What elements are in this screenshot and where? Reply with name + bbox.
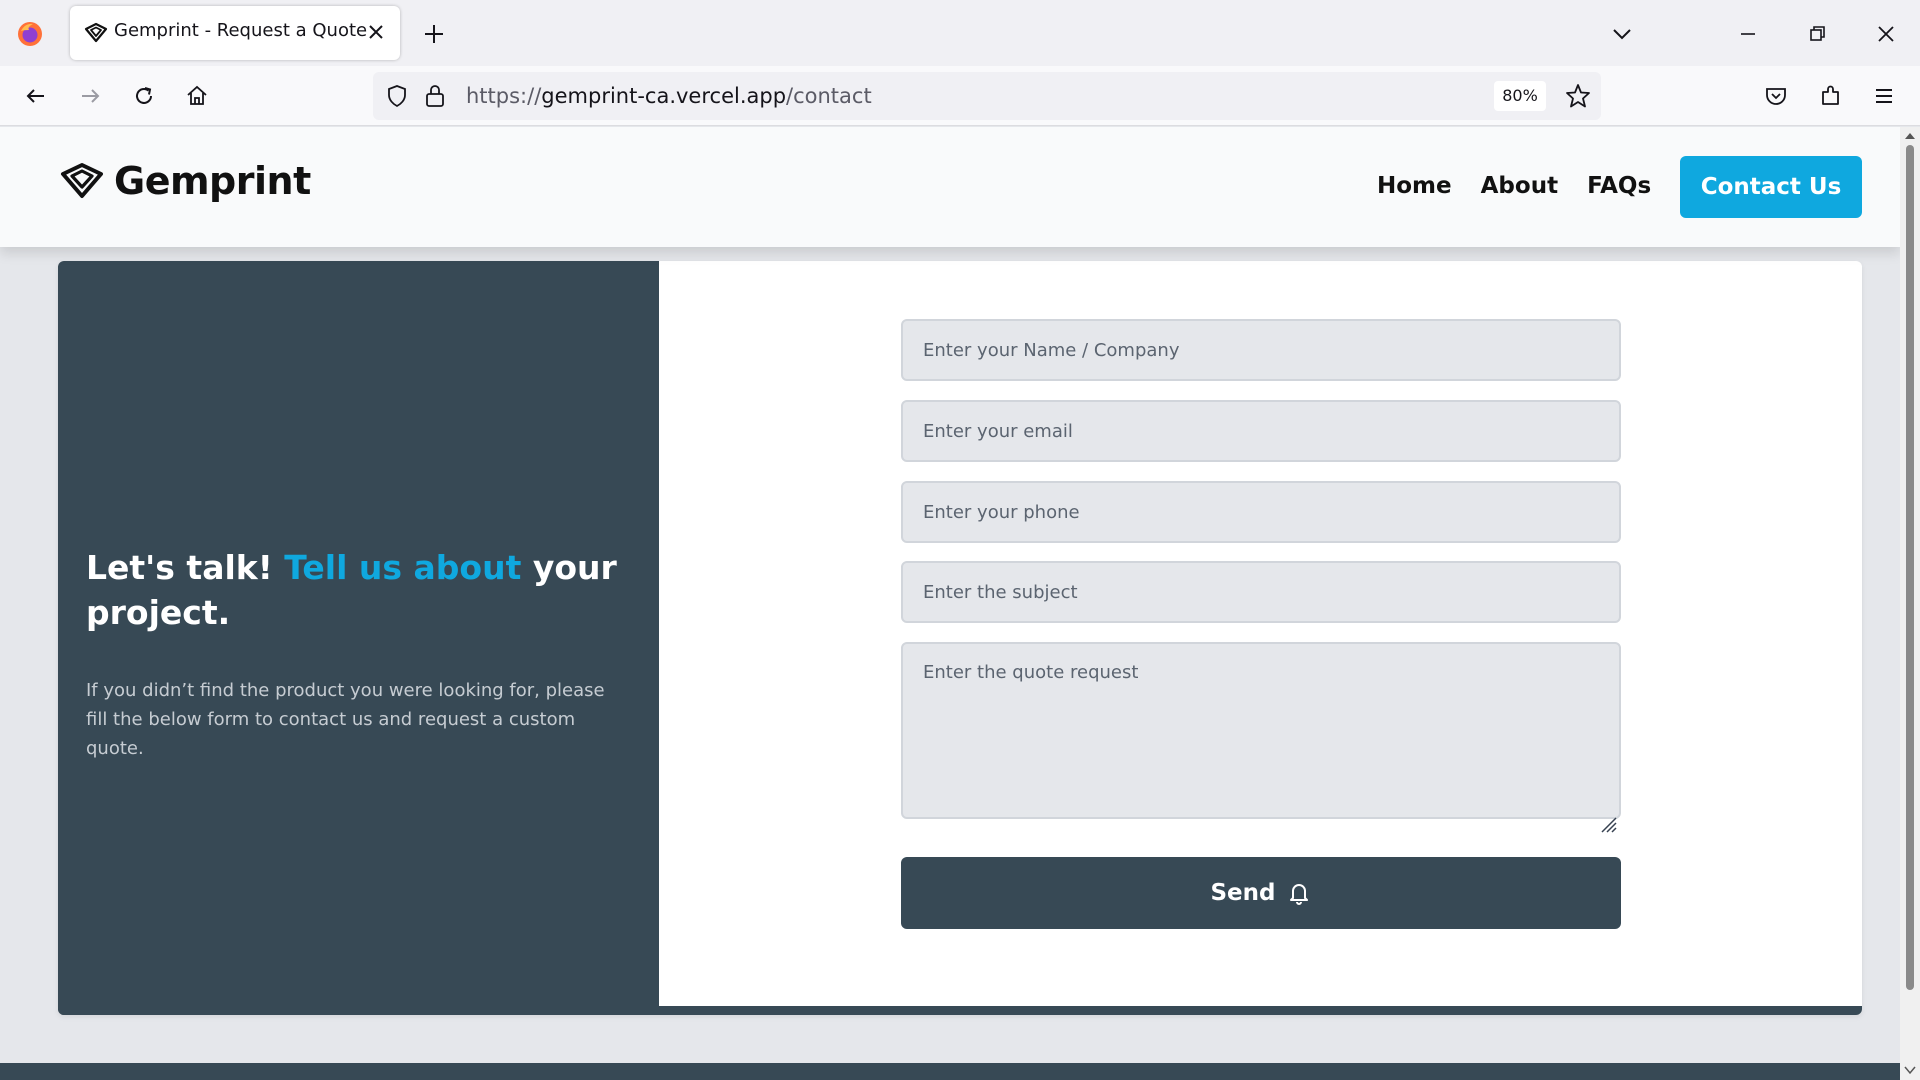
phone-input[interactable] — [901, 481, 1621, 543]
quote-request-textarea[interactable] — [901, 642, 1621, 819]
subject-input[interactable] — [901, 561, 1621, 623]
close-window-icon[interactable] — [1872, 20, 1900, 48]
headline-accent: Tell us about — [284, 548, 522, 587]
restore-icon[interactable] — [1803, 20, 1831, 48]
url-text[interactable]: https://gemprint-ca.vercel.app/contact — [466, 84, 872, 108]
footer-top-edge — [0, 1063, 1900, 1080]
send-label: Send — [1210, 880, 1276, 906]
nav-link-faqs[interactable]: FAQs — [1587, 173, 1651, 199]
address-bar[interactable]: https://gemprint-ca.vercel.app/contact 8… — [373, 72, 1601, 120]
email-input[interactable] — [901, 400, 1621, 462]
bookmark-star-icon[interactable] — [1564, 82, 1592, 110]
gemprint-favicon-icon — [84, 22, 108, 43]
brand-name: Gemprint — [114, 159, 311, 203]
menu-hamburger-icon[interactable] — [1870, 82, 1898, 110]
contact-us-button[interactable]: Contact Us — [1680, 156, 1862, 218]
nav-link-about[interactable]: About — [1481, 173, 1558, 199]
name-company-input[interactable] — [901, 319, 1621, 381]
home-icon[interactable] — [183, 82, 211, 110]
url-scheme: https:// — [466, 84, 542, 108]
scroll-down-arrow-icon[interactable] — [1904, 1065, 1916, 1075]
gem-logo-icon — [61, 163, 103, 198]
tab-title: Gemprint - Request a Quote — [114, 20, 368, 41]
page-scrollbar[interactable] — [1900, 127, 1920, 1080]
active-tab[interactable]: Gemprint - Request a Quote — [70, 6, 400, 60]
forward-arrow-icon[interactable] — [76, 82, 104, 110]
zoom-level-badge[interactable]: 80% — [1494, 81, 1546, 111]
site-header: Gemprint Home About FAQs Contact Us — [0, 127, 1900, 247]
nav-link-home[interactable]: Home — [1377, 173, 1452, 199]
pocket-icon[interactable] — [1762, 82, 1790, 110]
lock-icon[interactable] — [423, 83, 447, 109]
list-all-tabs-icon[interactable] — [1608, 20, 1636, 48]
reload-icon[interactable] — [130, 82, 158, 110]
scroll-up-arrow-icon[interactable] — [1904, 131, 1916, 141]
minimize-icon[interactable] — [1734, 20, 1762, 48]
resize-handle-icon[interactable] — [1596, 812, 1618, 834]
url-host: gemprint-ca.vercel.app — [541, 84, 787, 108]
card-bottom-border — [58, 1006, 1862, 1015]
bell-icon — [1289, 884, 1308, 905]
new-tab-icon[interactable] — [420, 20, 448, 48]
main-nav: Home About FAQs — [1377, 173, 1651, 199]
browser-toolbar: https://gemprint-ca.vercel.app/contact 8… — [0, 66, 1920, 126]
headline-part-1: Let's talk! — [86, 548, 285, 587]
scroll-thumb[interactable] — [1906, 145, 1914, 990]
web-page: Gemprint Home About FAQs Contact Us Let'… — [0, 127, 1900, 1080]
intro-description: If you didn’t find the product you were … — [86, 680, 605, 759]
intro-panel: Let's talk! Tell us about your project. … — [58, 261, 659, 1015]
site-logo[interactable]: Gemprint — [60, 159, 311, 203]
tracking-protection-shield-icon[interactable] — [385, 84, 409, 108]
back-arrow-icon[interactable] — [22, 82, 50, 110]
page-headline: Let's talk! Tell us about your project. — [86, 545, 626, 635]
firefox-icon[interactable] — [17, 21, 43, 47]
extensions-icon[interactable] — [1817, 82, 1845, 110]
send-button[interactable]: Send — [901, 857, 1621, 929]
close-tab-icon[interactable] — [364, 20, 388, 44]
url-path: /contact — [786, 84, 872, 108]
browser-tab-bar: Gemprint - Request a Quote — [0, 0, 1920, 66]
contact-card: Let's talk! Tell us about your project. … — [58, 261, 1862, 1015]
